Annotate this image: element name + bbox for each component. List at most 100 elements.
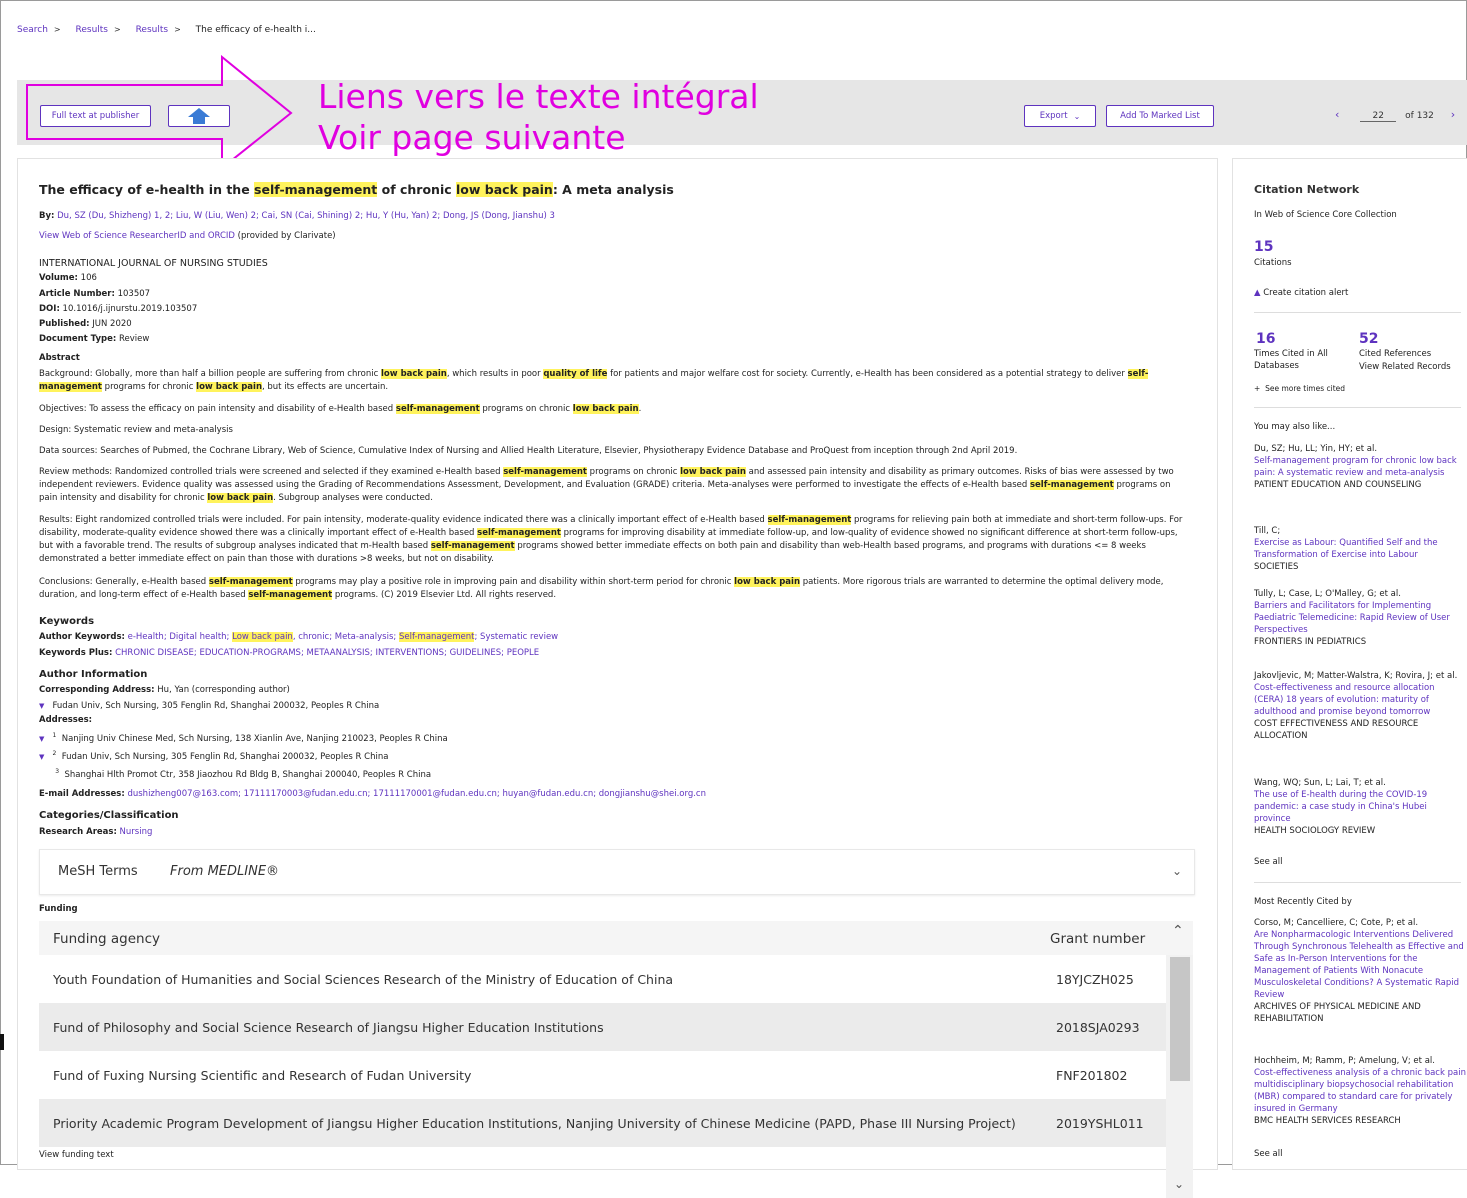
funding-agency-header: Funding agency (53, 931, 160, 947)
keyword-link[interactable]: e-Health; Digital health; (128, 632, 233, 642)
title-text: The efficacy of e-health in the (39, 182, 255, 197)
add-to-marked-list-button[interactable]: Add To Marked List (1106, 105, 1214, 127)
mesh-terms-accordion[interactable]: MeSH Terms From MEDLINE® ⌄ (39, 849, 1195, 895)
keyword-link[interactable]: Low back pain (232, 632, 293, 642)
record-pager: ‹ 22 of 132 › (1335, 108, 1455, 122)
cited-references-count[interactable]: 52 (1359, 331, 1378, 347)
citations-count[interactable]: 15 (1254, 239, 1273, 255)
view-funding-text-link[interactable]: View funding text (39, 1149, 114, 1162)
create-alert-label: Create citation alert (1263, 288, 1349, 298)
table-row: Fund of Fuxing Nursing Scientific and Re… (39, 1051, 1166, 1099)
breadcrumb-separator-icon: > (114, 25, 121, 34)
abstract-sources: Data sources: Searches of Pubmed, the Co… (39, 446, 1018, 456)
list-item: Hochheim, M; Ramm, P; Amelung, V; et al.… (1254, 1055, 1466, 1127)
doi-value: 10.1016/j.ijnurstu.2019.103507 (62, 304, 198, 314)
abstract-highlight: low back pain (572, 404, 639, 414)
bell-icon: ▲ (1254, 288, 1261, 298)
citations-label: Citations (1254, 258, 1292, 268)
create-alert-link[interactable]: ▲ Create citation alert (1254, 287, 1461, 299)
funding-scrollbar[interactable]: ⌄ (1166, 955, 1193, 1198)
scroll-down-icon[interactable]: ⌄ (1174, 1177, 1184, 1191)
research-areas-line: Research Areas: Nursing (39, 826, 152, 839)
keyword-link[interactable]: ; Systematic review (474, 632, 558, 642)
abstract-highlight: self-management (477, 528, 561, 538)
abstract-text: programs may play a positive role in imp… (292, 577, 735, 587)
item-title-link[interactable]: The use of E-health during the COVID-19 … (1254, 789, 1461, 825)
funding-agency-cell: Fund of Philosophy and Social Science Re… (53, 1020, 604, 1035)
document-type-line: Document Type: Review (39, 333, 149, 346)
item-title-link[interactable]: Cost-effectiveness and resource allocati… (1254, 682, 1461, 718)
item-title-link[interactable]: Self-management program for chronic low … (1254, 455, 1461, 479)
item-title-link[interactable]: Barriers and Facilitators for Implementi… (1254, 600, 1461, 636)
published-label: Published: (39, 319, 90, 329)
title-highlight: self-management (254, 182, 378, 197)
next-record-icon[interactable]: › (1451, 108, 1455, 121)
address-text: Shanghai Hlth Promot Ctr, 358 Jiaozhou R… (64, 769, 432, 780)
address-text: Nanjing Univ Chinese Med, Sch Nursing, 1… (61, 733, 448, 744)
table-row: Priority Academic Program Development of… (39, 1099, 1166, 1147)
see-all-link[interactable]: See all (1254, 1148, 1461, 1160)
breadcrumb-search[interactable]: Search (17, 25, 48, 35)
expand-triangle-icon[interactable]: ▼ (39, 735, 44, 743)
expand-triangle-icon[interactable]: ▼ (39, 753, 44, 761)
authors-line: By: Du, SZ (Du, Shizheng) 1, 2; Liu, W (… (39, 210, 555, 223)
export-button[interactable]: Export ⌄ (1024, 105, 1096, 127)
more-times-cited-link[interactable]: + See more times cited (1254, 383, 1461, 395)
citation-network-subtitle: In Web of Science Core Collection (1254, 210, 1397, 220)
item-journal: COST EFFECTIVENESS AND RESOURCE ALLOCATI… (1254, 719, 1419, 741)
item-authors: Du, SZ; Hu, LL; Yin, HY; et al. (1254, 444, 1378, 454)
abstract-text: for patients and major welfare cost for … (607, 369, 1128, 379)
cited-references-label: Cited References (1359, 349, 1432, 359)
article-number-line: Article Number: 103507 (39, 288, 150, 301)
volume-label: Volume: (39, 273, 78, 283)
article-value: 103507 (117, 289, 151, 299)
published-line: Published: JUN 2020 (39, 318, 132, 331)
previous-record-icon[interactable]: ‹ (1335, 108, 1339, 121)
abstract-conclusions: Conclusions: Generally, e-Health based s… (39, 576, 1189, 602)
related-records-link[interactable]: View Related Records (1359, 361, 1464, 373)
item-journal: FRONTIERS IN PEDIATRICS (1254, 637, 1367, 647)
list-item: Du, SZ; Hu, LL; Yin, HY; et al. Self-man… (1254, 443, 1461, 491)
annotation-line-1: Liens vers le texte intégral (318, 77, 759, 116)
item-title-link[interactable]: Are Nonpharmacologic Interventions Deliv… (1254, 929, 1466, 1001)
by-label: By: (39, 211, 55, 221)
chevron-down-icon[interactable]: ⌄ (1172, 864, 1182, 878)
article-label: Article Number: (39, 289, 115, 299)
item-title-link[interactable]: Exercise as Labour: Quantified Self and … (1254, 537, 1461, 561)
orcid-link[interactable]: View Web of Science ResearcherID and ORC… (39, 231, 235, 241)
times-cited-label: Times Cited in All Databases (1254, 349, 1328, 371)
item-title-link[interactable]: Cost-effectiveness analysis of a chronic… (1254, 1067, 1466, 1115)
list-item: Corso, M; Cancelliere, C; Cote, P; et al… (1254, 917, 1466, 1025)
abstract-text: programs on chronic (586, 467, 681, 477)
scroll-up-icon[interactable]: ⌃ (1172, 923, 1184, 939)
item-authors: Tully, L; Case, L; O'Malley, G; et al. (1254, 589, 1401, 599)
expand-triangle-icon[interactable]: ▼ (39, 702, 44, 710)
annotation-line-2: Voir page suivante (318, 118, 626, 157)
keywords-plus-label: Keywords Plus: (39, 648, 113, 658)
grant-number-cell: 2018SJA0293 (1056, 1020, 1140, 1035)
keyword-link[interactable]: , chronic; Meta-analysis; (293, 632, 399, 642)
authors-list[interactable]: Du, SZ (Du, Shizheng) 1, 2; Liu, W (Liu,… (57, 211, 555, 221)
abstract-highlight: low back pain (381, 369, 447, 379)
keyword-link[interactable]: Self-management (398, 632, 475, 642)
abstract-text: Results: Eight randomized controlled tri… (39, 515, 768, 525)
email-label: E-mail Addresses: (39, 789, 125, 799)
journal-link[interactable]: INTERNATIONAL JOURNAL OF NURSING STUDIES (39, 257, 268, 270)
keywords-plus-links[interactable]: CHRONIC DISEASE; EDUCATION-PROGRAMS; MET… (115, 648, 539, 658)
email-links[interactable]: dushizheng007@163.com; 17111170003@fudan… (127, 789, 706, 799)
funding-heading: Funding (39, 904, 78, 914)
abstract-review-methods: Review methods: Randomized controlled tr… (39, 466, 1189, 505)
breadcrumb-results-2[interactable]: Results (136, 25, 169, 35)
abstract-text: Conclusions: Generally, e-Health based (39, 577, 209, 587)
corresponding-label: Corresponding Address: (39, 685, 155, 695)
breadcrumb-current: The efficacy of e-health i... (195, 25, 316, 35)
item-journal: ARCHIVES OF PHYSICAL MEDICINE AND REHABI… (1254, 1002, 1421, 1024)
breadcrumb-results-1[interactable]: Results (76, 25, 109, 35)
scrollbar-thumb[interactable] (1170, 957, 1190, 1081)
times-cited-count[interactable]: 16 (1256, 331, 1275, 347)
abstract-text: Background: Globally, more than half a b… (39, 369, 381, 379)
see-all-link[interactable]: See all (1254, 856, 1461, 868)
citation-network-title: Citation Network (1254, 183, 1360, 196)
page-number-input[interactable]: 22 (1360, 111, 1397, 122)
research-area-link[interactable]: Nursing (120, 827, 153, 837)
